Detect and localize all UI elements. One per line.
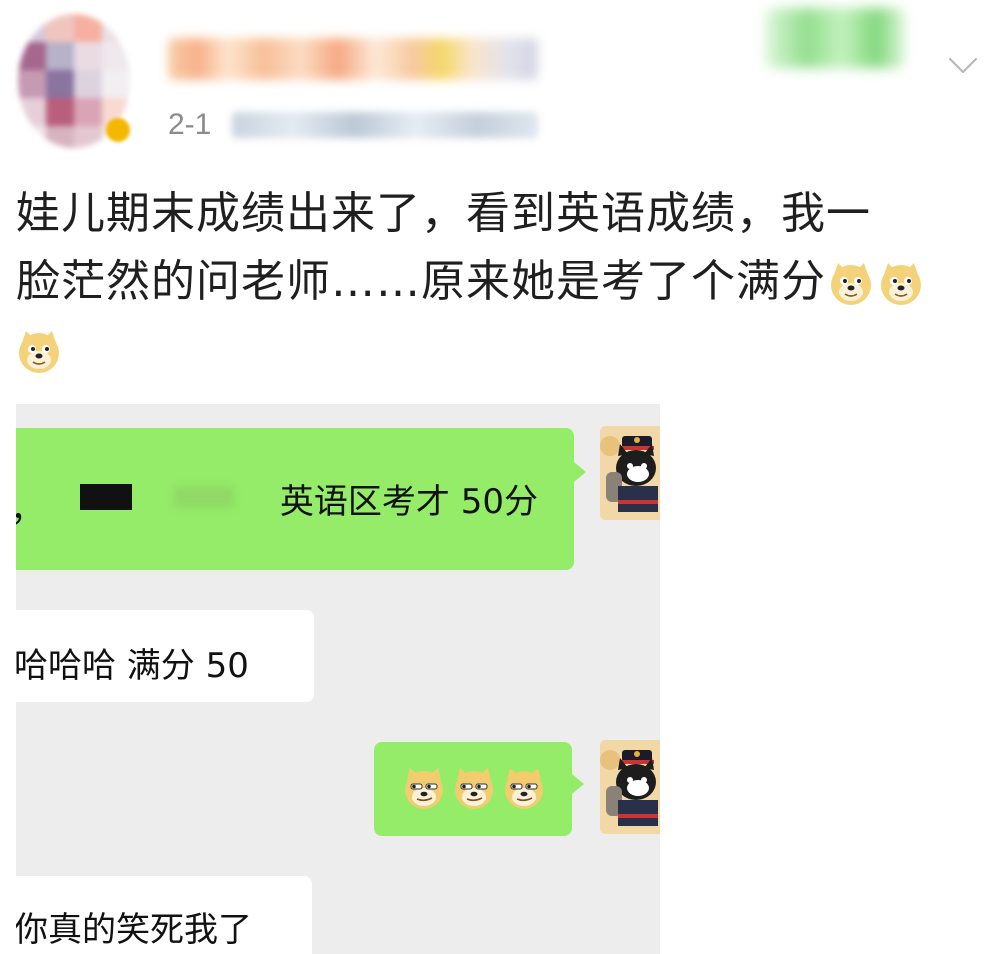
chat-bubble-text: 你真的笑死我了 <box>16 910 252 950</box>
verified-badge-icon <box>106 118 130 142</box>
chat-bubble-comma: ， <box>16 482 44 531</box>
cat-avatar-icon <box>600 740 660 834</box>
faint-redacted-text <box>174 486 234 508</box>
post-text-line-1: 娃儿期末成绩出来了，看到英语成绩，我一 <box>16 188 871 239</box>
smirk-doge-emoji-icon <box>405 768 443 809</box>
bubble-tail <box>574 462 586 482</box>
chat-bubble-received-2: 你真的笑死我了 <box>16 876 312 954</box>
post-time: 2-1 <box>168 108 212 141</box>
post-text: 娃儿期末成绩出来了，看到英语成绩，我一 脸茫然的问老师……原来她是考了个满分 <box>16 180 984 384</box>
chat-bubble-text: 英语区考才 50分 <box>279 482 538 522</box>
doge-emoji-icon <box>881 263 921 305</box>
post-text-line-2: 脸茫然的问老师……原来她是考了个满分 <box>16 248 984 316</box>
chat-bubble-sent-2 <box>374 742 572 836</box>
redacted-block <box>80 484 132 510</box>
chat-screenshot-image[interactable]: ， 英语区考才 50分 哈哈哈 满分 50 <box>16 404 660 954</box>
bubble-tail <box>572 774 584 794</box>
cat-avatar-icon <box>600 426 660 520</box>
username-redacted[interactable] <box>168 38 538 80</box>
post-meta-redacted <box>232 112 538 138</box>
post-text-line-2-content: 脸茫然的问老师……原来她是考了个满分 <box>16 256 826 307</box>
post-text-line-3 <box>16 316 984 384</box>
smirk-doge-emoji-icon <box>505 768 543 809</box>
chat-bubble-text: 哈哈哈 满分 50 <box>16 646 249 686</box>
follow-button-redacted[interactable] <box>765 8 905 68</box>
chat-bubble-received-1: 哈哈哈 满分 50 <box>16 610 314 702</box>
smirk-doge-emoji-icon <box>455 768 493 809</box>
doge-emoji-icon <box>831 263 871 305</box>
chat-bubble-sent-1: ， 英语区考才 50分 <box>16 428 574 570</box>
doge-emoji-icon <box>19 331 59 373</box>
chevron-down-icon[interactable] <box>948 50 978 80</box>
